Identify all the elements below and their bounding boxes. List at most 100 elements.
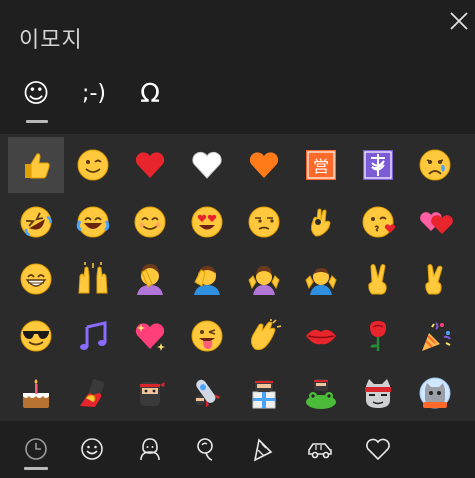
emoji-cell-smiling-face-with-smiling-eyes[interactable] bbox=[122, 194, 178, 250]
japanese-open-for-business-button-icon: 営 bbox=[306, 150, 336, 180]
sparkling-heart-icon bbox=[135, 323, 165, 351]
crossed-fingers-icon bbox=[425, 264, 443, 295]
category-car[interactable] bbox=[300, 429, 340, 469]
emoji-cell-astronaut-cat[interactable] bbox=[407, 365, 463, 421]
clapping-hands-icon bbox=[250, 319, 282, 351]
ninja-with-frog-icon bbox=[306, 379, 336, 409]
face-blowing-a-kiss-icon bbox=[362, 206, 396, 238]
orange-heart-icon bbox=[249, 152, 279, 178]
category-celebration[interactable] bbox=[242, 429, 282, 469]
man-shrugging-icon bbox=[305, 268, 337, 295]
emoji-cell-ninja-cat[interactable] bbox=[350, 365, 406, 421]
category-active-indicator bbox=[24, 467, 48, 470]
man-facepalming-icon bbox=[194, 266, 220, 295]
people-icon bbox=[140, 438, 160, 461]
ninja-with-rocket-icon bbox=[195, 379, 221, 408]
ninja-icon bbox=[140, 382, 165, 406]
emoji-cell-victory-hand[interactable] bbox=[350, 251, 406, 307]
tab-bar: ☺ ;-) Ω bbox=[0, 78, 200, 128]
emoji-panel: 이모지 ☺ ;-) Ω 営 bbox=[0, 0, 475, 478]
symbols-tab-icon: Ω bbox=[140, 79, 160, 109]
smiley-icon bbox=[81, 438, 103, 460]
emoji-cell-face-blowing-a-kiss[interactable] bbox=[350, 194, 406, 250]
emoji-cell-japanese-open-for-business-button[interactable]: 営 bbox=[293, 137, 349, 193]
category-recent[interactable] bbox=[16, 429, 56, 469]
kiss-mark-icon bbox=[306, 329, 336, 345]
smiling-face-with-sunglasses-icon bbox=[20, 320, 52, 352]
woman-shrugging-icon bbox=[248, 266, 280, 295]
panel-header: 이모지 ☺ ;-) Ω bbox=[0, 0, 475, 134]
emoji-cell-ninja[interactable] bbox=[122, 365, 178, 421]
emoji-cell-person-facepalming[interactable] bbox=[122, 251, 178, 307]
tab-active-indicator bbox=[26, 120, 48, 123]
emoji-cell-party-popper[interactable] bbox=[407, 308, 463, 364]
emoji-cell-man-shrugging[interactable] bbox=[293, 251, 349, 307]
emoji-cell-crying-face[interactable] bbox=[407, 137, 463, 193]
emoji-cell-ok-hand[interactable] bbox=[293, 194, 349, 250]
recent-icon bbox=[25, 438, 47, 460]
party-popper-icon bbox=[422, 322, 451, 351]
ninja-cat-icon bbox=[365, 379, 391, 408]
tab-kaomoji[interactable]: ;-) bbox=[72, 78, 116, 124]
emoji-cell-orange-heart[interactable] bbox=[236, 137, 292, 193]
emoji-cell-clapping-hands[interactable] bbox=[236, 308, 292, 364]
emoji-cell-rolling-on-the-floor-laughing[interactable] bbox=[8, 194, 64, 250]
emoji-cell-crossed-fingers[interactable] bbox=[407, 251, 463, 307]
emoji-cell-two-hearts[interactable] bbox=[407, 194, 463, 250]
emoji-cell-thumbs-up[interactable] bbox=[8, 137, 64, 193]
smiling-face-with-heart-eyes-icon bbox=[191, 206, 223, 238]
kaomoji-tab-label: ;-) bbox=[82, 81, 106, 106]
tab-emoji[interactable]: ☺ bbox=[14, 78, 58, 124]
category-heart[interactable] bbox=[358, 429, 398, 469]
panel-title: 이모지 bbox=[19, 28, 83, 53]
category-smiley[interactable] bbox=[72, 429, 112, 469]
close-icon bbox=[450, 12, 468, 30]
emoji-cell-winking-face[interactable] bbox=[65, 137, 121, 193]
emoji-cell-ophiuchus[interactable] bbox=[350, 137, 406, 193]
close-button[interactable] bbox=[448, 10, 470, 32]
category-food[interactable] bbox=[186, 429, 226, 469]
emoji-cell-smiling-face-with-heart-eyes[interactable] bbox=[179, 194, 235, 250]
emoji-cell-red-heart[interactable] bbox=[122, 137, 178, 193]
crying-face-icon bbox=[419, 149, 451, 181]
emoji-cell-winking-face-with-tongue[interactable] bbox=[179, 308, 235, 364]
red-heart-icon bbox=[135, 152, 165, 178]
emoji-cell-kiss-mark[interactable] bbox=[293, 308, 349, 364]
food-icon bbox=[197, 438, 213, 461]
emoji-cell-unamused-face[interactable] bbox=[236, 194, 292, 250]
rose-icon bbox=[370, 321, 386, 351]
white-heart-icon bbox=[192, 151, 222, 179]
emoji-cell-musical-notes[interactable] bbox=[65, 308, 121, 364]
emoji-tab-icon: ☺ bbox=[22, 79, 50, 109]
birthday-cake-icon bbox=[23, 379, 49, 408]
emoji-cell-grinning-face[interactable] bbox=[8, 251, 64, 307]
emoji-cell-smiling-face-with-sunglasses[interactable] bbox=[8, 308, 64, 364]
unamused-face-icon bbox=[248, 206, 280, 238]
emoji-grid: 営 bbox=[0, 134, 475, 421]
emoji-cell-sparkling-heart[interactable] bbox=[122, 308, 178, 364]
ok-hand-icon bbox=[311, 208, 331, 237]
scrollbar[interactable] bbox=[470, 134, 475, 421]
emoji-cell-selfie[interactable] bbox=[65, 365, 121, 421]
emoji-cell-ninja-with-present[interactable] bbox=[236, 365, 292, 421]
emoji-cell-woman-shrugging[interactable] bbox=[236, 251, 292, 307]
winking-face-with-tongue-icon bbox=[191, 320, 223, 352]
emoji-cell-ninja-with-rocket[interactable] bbox=[179, 365, 235, 421]
category-people[interactable] bbox=[130, 429, 170, 469]
tab-symbols[interactable]: Ω bbox=[128, 78, 172, 124]
celebration-icon bbox=[253, 438, 273, 462]
emoji-cell-raising-hands[interactable] bbox=[65, 251, 121, 307]
emoji-cell-rose[interactable] bbox=[350, 308, 406, 364]
heart-icon bbox=[366, 438, 390, 461]
smiling-face-with-smiling-eyes-icon bbox=[134, 206, 166, 238]
emoji-cell-ninja-with-frog[interactable] bbox=[293, 365, 349, 421]
grinning-face-icon bbox=[20, 263, 52, 295]
ninja-with-present-icon bbox=[252, 380, 276, 409]
face-with-tears-of-joy-icon bbox=[76, 206, 110, 238]
emoji-cell-birthday-cake[interactable] bbox=[8, 365, 64, 421]
emoji-cell-white-heart[interactable] bbox=[179, 137, 235, 193]
winking-face-icon bbox=[77, 149, 109, 181]
emoji-cell-face-with-tears-of-joy[interactable] bbox=[65, 194, 121, 250]
emoji-cell-man-facepalming[interactable] bbox=[179, 251, 235, 307]
raising-hands-icon bbox=[78, 262, 108, 294]
